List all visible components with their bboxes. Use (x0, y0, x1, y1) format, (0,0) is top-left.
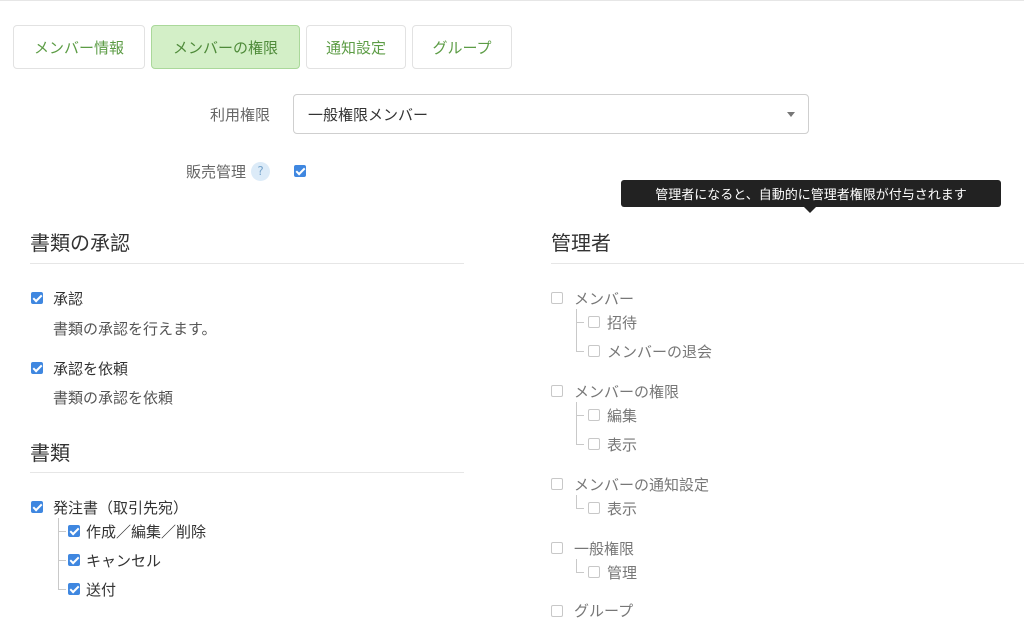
approve-label: 承認 (53, 290, 84, 308)
perm-view-checkbox[interactable] (588, 438, 600, 450)
tree-line (576, 309, 577, 351)
admin-divider (551, 263, 1024, 264)
purchase-order-label: 発注書（取引先宛） (53, 499, 189, 517)
usage-permission-select[interactable]: 一般権限メンバー (293, 94, 809, 134)
group-checkbox[interactable] (551, 605, 563, 617)
member-leave-label: メンバーの退会 (607, 343, 713, 361)
notif-view-checkbox[interactable] (588, 502, 600, 514)
help-icon[interactable]: ? (251, 162, 270, 181)
sales-management-checkbox[interactable] (294, 165, 306, 177)
perm-edit-checkbox[interactable] (588, 409, 600, 421)
member-permissions-checkbox[interactable] (551, 385, 563, 397)
invite-label: 招待 (607, 314, 638, 332)
documents-section-title: 書類 (30, 441, 70, 465)
tree-line (576, 559, 577, 572)
admin-tooltip: 管理者になると、自動的に管理者権限が付与されます (621, 180, 1001, 213)
general-manage-checkbox[interactable] (588, 566, 600, 578)
general-permission-checkbox[interactable] (551, 542, 563, 554)
tab-member-info[interactable]: メンバー情報 (13, 25, 145, 69)
tab-group[interactable]: グループ (412, 25, 512, 69)
general-permission-label: 一般権限 (574, 540, 635, 558)
tree-branch (576, 572, 584, 573)
tree-line (576, 402, 577, 444)
group-label: グループ (574, 602, 634, 620)
tree-branch (576, 322, 584, 323)
approve-checkbox[interactable] (31, 292, 43, 304)
request-approval-checkbox[interactable] (31, 362, 43, 374)
invite-checkbox[interactable] (588, 316, 600, 328)
general-manage-label: 管理 (607, 564, 638, 582)
tree-line (58, 518, 59, 589)
perm-view-label: 表示 (607, 436, 638, 454)
tree-branch (576, 508, 584, 509)
member-notification-checkbox[interactable] (551, 478, 563, 490)
perm-edit-label: 編集 (607, 407, 638, 425)
tree-branch (576, 415, 584, 416)
tab-member-permissions[interactable]: メンバーの権限 (151, 25, 300, 69)
tab-bar: メンバー情報 メンバーの権限 通知設定 グループ (13, 25, 512, 69)
tree-branch (58, 531, 66, 532)
po-create-edit-delete-checkbox[interactable] (68, 525, 80, 537)
request-approval-label: 承認を依頼 (53, 360, 129, 378)
po-cancel-checkbox[interactable] (68, 554, 80, 566)
tree-branch (58, 560, 66, 561)
top-divider (0, 0, 1024, 1)
po-create-edit-delete-label: 作成／編集／削除 (86, 523, 207, 541)
member-leave-checkbox[interactable] (588, 345, 600, 357)
po-send-checkbox[interactable] (68, 583, 80, 595)
usage-permission-value: 一般権限メンバー (308, 105, 429, 124)
po-send-label: 送付 (86, 581, 117, 599)
po-cancel-label: キャンセル (86, 552, 162, 570)
tab-notification-settings[interactable]: 通知設定 (306, 25, 406, 69)
approval-divider (30, 263, 464, 264)
notif-view-label: 表示 (607, 500, 638, 518)
tree-line (576, 495, 577, 508)
request-approval-description: 書類の承認を依頼 (53, 389, 174, 407)
members-label: メンバー (574, 290, 635, 308)
purchase-order-checkbox[interactable] (31, 501, 43, 513)
chevron-down-icon (787, 112, 795, 117)
sales-management-label: 販売管理 (185, 163, 246, 181)
usage-permission-label: 利用権限 (209, 106, 270, 124)
documents-divider (30, 472, 464, 473)
member-permissions-label: メンバーの権限 (574, 383, 680, 401)
tree-branch (576, 351, 584, 352)
member-notification-label: メンバーの通知設定 (574, 476, 710, 494)
approval-section-title: 書類の承認 (30, 231, 130, 255)
members-checkbox[interactable] (551, 292, 563, 304)
admin-section-title: 管理者 (551, 231, 611, 255)
approve-description: 書類の承認を行えます。 (53, 320, 217, 338)
tree-branch (576, 444, 584, 445)
tree-branch (58, 589, 66, 590)
